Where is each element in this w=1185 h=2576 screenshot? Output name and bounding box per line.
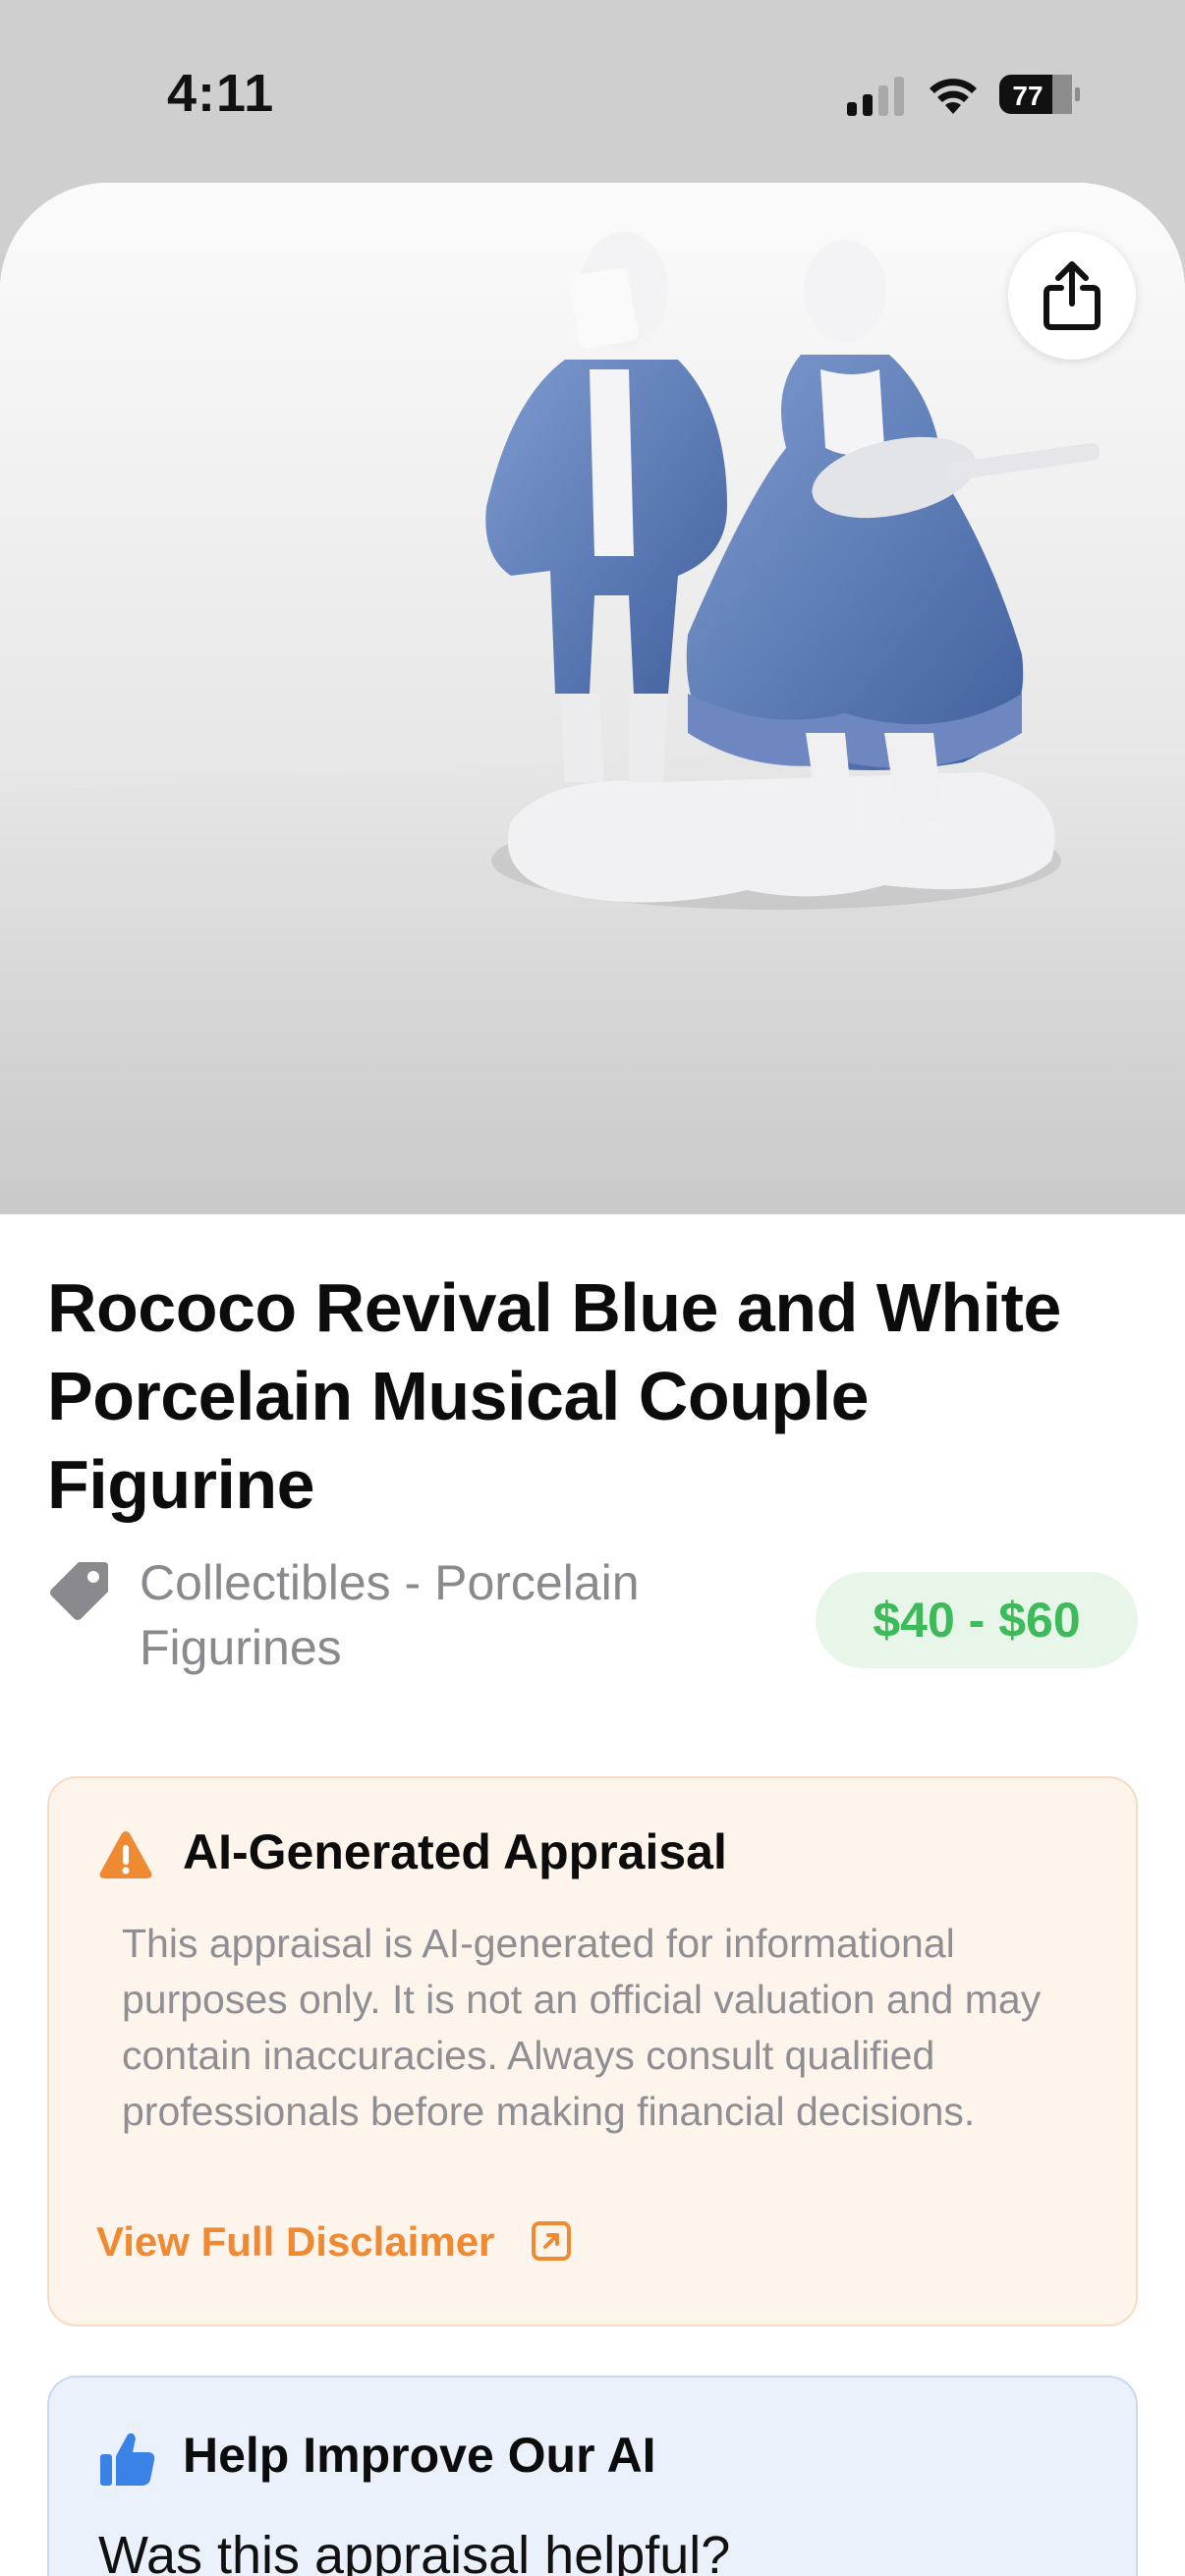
item-detail-sheet: Rococo Revival Blue and White Porcelain … — [0, 183, 1185, 2576]
status-bar: 4:11 77 — [0, 0, 1185, 187]
cellular-signal-icon — [847, 77, 904, 116]
item-photo[interactable] — [0, 183, 1185, 1214]
feedback-question: Was this appraisal helpful? — [98, 2526, 731, 2576]
price-range-badge: $40 - $60 — [816, 1572, 1138, 1668]
view-full-disclaimer-link[interactable]: View Full Disclaimer — [96, 2218, 494, 2266]
share-icon — [1044, 261, 1100, 330]
status-time: 4:11 — [167, 64, 275, 123]
thumbs-up-icon — [100, 2433, 155, 2486]
figurine-photo — [0, 183, 1185, 1214]
tag-icon — [50, 1562, 108, 1620]
battery-icon: 77 — [999, 75, 1080, 114]
ai-disclaimer-card: AI-Generated Appraisal This appraisal is… — [47, 1776, 1138, 2326]
external-link-icon[interactable] — [531, 2220, 572, 2262]
battery-level: 77 — [1012, 81, 1043, 111]
warning-icon — [99, 1831, 152, 1878]
item-category: Collectibles - Porcelain Figurines — [140, 1555, 640, 1675]
feedback-title: Help Improve Our AI — [183, 2428, 656, 2483]
item-title: Rococo Revival Blue and White Porcelain … — [47, 1269, 1061, 1523]
disclaimer-body: This appraisal is AI-generated for infor… — [122, 1921, 1042, 2134]
disclaimer-title: AI-Generated Appraisal — [183, 1824, 727, 1879]
share-button[interactable] — [1008, 232, 1136, 360]
wifi-icon — [930, 79, 977, 114]
feedback-card: Help Improve Our AI Was this appraisal h… — [47, 2376, 1138, 2576]
